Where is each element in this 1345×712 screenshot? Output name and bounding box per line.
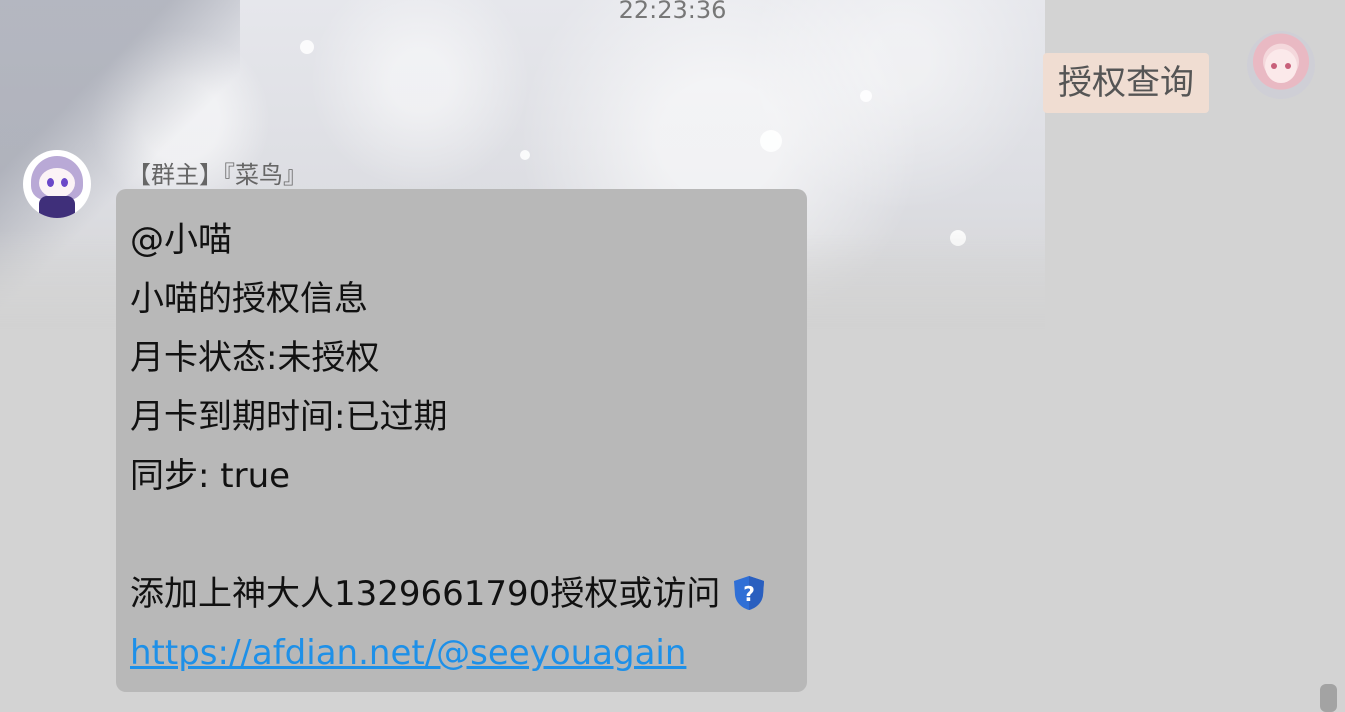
afdian-link[interactable]: https://afdian.net/@seeyouagain — [130, 633, 686, 673]
avatar-eye — [61, 178, 68, 187]
incoming-message-bubble[interactable]: @小喵 小喵的授权信息 月卡状态:未授权 月卡到期时间:已过期 同步: true… — [116, 189, 807, 692]
outgoing-message-bubble[interactable]: 授权查询 — [1043, 53, 1209, 113]
avatar-body — [39, 196, 75, 218]
message-line: @小喵 — [130, 220, 232, 260]
avatar-eye — [47, 178, 54, 187]
message-timestamp: 22:23:36 — [618, 0, 727, 24]
snow-particle — [860, 90, 872, 102]
snow-particle — [760, 130, 782, 152]
sender-name: 【群主】『菜鸟』 — [127, 161, 307, 189]
avatar-face — [1265, 49, 1297, 83]
snow-particle — [950, 230, 966, 246]
bot-avatar-icon[interactable] — [23, 150, 91, 218]
message-line: 月卡到期时间:已过期 — [130, 397, 448, 437]
question-shield-icon[interactable]: ? — [732, 571, 766, 610]
snow-particle — [300, 40, 314, 54]
message-line: 小喵的授权信息 — [130, 279, 368, 319]
user-avatar-icon[interactable] — [1247, 31, 1315, 99]
message-line-with-icon: 添加上神大人1329661790授权或访问 ? — [130, 565, 807, 624]
message-line-link: https://afdian.net/@seeyouagain — [130, 624, 807, 683]
avatar-eye — [1271, 63, 1277, 69]
snow-particle — [520, 150, 530, 160]
message-line: 月卡状态:未授权 — [130, 338, 380, 378]
scrollbar-thumb[interactable] — [1320, 684, 1337, 712]
avatar-eye — [1285, 63, 1291, 69]
message-line — [130, 506, 807, 565]
message-line-text: 添加上神大人1329661790授权或访问 — [130, 574, 721, 614]
svg-text:?: ? — [744, 582, 756, 606]
avatar-face — [39, 168, 75, 198]
message-line: 同步: true — [130, 456, 291, 496]
